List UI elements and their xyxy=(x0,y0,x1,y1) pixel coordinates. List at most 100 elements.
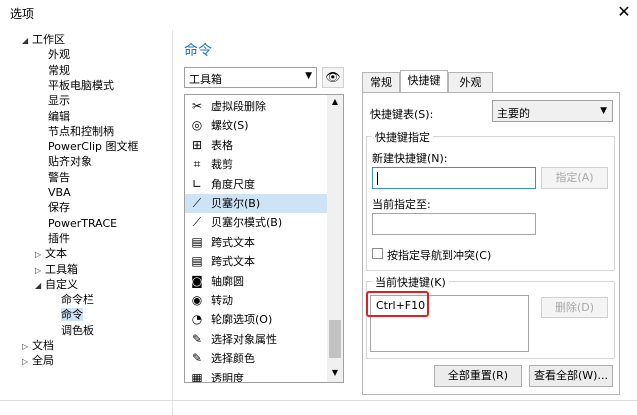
tree-item[interactable]: 常规 xyxy=(48,63,70,78)
spiral-icon: ◎ xyxy=(191,118,203,133)
tree-item[interactable]: 显示 xyxy=(48,93,70,108)
tree-item-label: 工具箱 xyxy=(45,262,78,276)
tree-item[interactable]: PowerClip 图文框 xyxy=(48,139,139,154)
current-shortcuts-group-title: 当前快捷键(K) xyxy=(372,274,449,290)
tree-item[interactable]: 贴齐对象 xyxy=(48,154,92,169)
tab-appearance[interactable]: 外观 xyxy=(448,72,493,92)
command-item-label: 透明度 xyxy=(211,371,244,383)
command-item[interactable]: ⌗ 裁剪 xyxy=(185,155,328,174)
tree-item-label: 自定义 xyxy=(45,277,78,291)
delete-button[interactable]: 删除(D) xyxy=(541,297,608,318)
command-item-label: 选择颜色 xyxy=(211,352,255,366)
command-item-label: 裁剪 xyxy=(211,158,233,172)
tree-item[interactable]: 警告 xyxy=(48,170,70,185)
close-icon[interactable]: ✕ xyxy=(614,1,634,23)
expanded-arrow-icon[interactable]: ◢ xyxy=(22,33,32,48)
tree-item-label: PowerClip 图文框 xyxy=(48,140,139,154)
nav-conflict-label: 按指定导航到冲突(C) xyxy=(387,249,492,262)
tree-item-label: 贴齐对象 xyxy=(48,155,92,169)
collapsed-arrow-icon[interactable]: ▷ xyxy=(22,339,32,354)
tree-item[interactable]: 命令栏 xyxy=(61,292,94,307)
category-value: 工具箱 xyxy=(189,73,222,86)
command-list-scrollbar[interactable]: ▲ ▼ xyxy=(327,95,343,382)
command-item[interactable]: ✎ 选择对象属性 xyxy=(185,330,328,349)
command-item[interactable]: ◎ 螺纹(S) xyxy=(185,116,328,135)
text-caret xyxy=(377,172,378,185)
tree-item-label: 外观 xyxy=(48,48,70,62)
view-all-button[interactable]: 查看全部(W)... xyxy=(529,365,613,387)
command-item[interactable]: ◔ 轮廓选项(O) xyxy=(185,310,328,329)
tree-item[interactable]: 节点和控制柄 xyxy=(48,124,114,139)
category-dropdown[interactable]: 工具箱 ▼ xyxy=(184,67,317,88)
command-item[interactable]: ✎ 选择颜色 xyxy=(185,349,328,368)
virtual-segment-delete-icon: ✂ xyxy=(191,99,203,113)
bezier-icon: ⟋ xyxy=(192,196,202,210)
tree-item-label: 命令栏 xyxy=(61,293,94,307)
tree-item[interactable]: 保存 xyxy=(48,200,70,215)
tree-item[interactable]: 平板电脑模式 xyxy=(48,78,114,93)
tree-item-label: 常规 xyxy=(48,63,70,77)
tree-item[interactable]: ◢ 自定义 xyxy=(35,277,78,292)
crop-icon: ⌗ xyxy=(193,157,201,172)
tab-general[interactable]: 常规 xyxy=(362,72,400,92)
collapsed-arrow-icon[interactable]: ▷ xyxy=(35,263,45,278)
command-item-label: 表格 xyxy=(211,138,233,152)
window-title: 选项 xyxy=(10,7,35,21)
tree-item-label: 插件 xyxy=(48,231,70,245)
binoculars-search-icon[interactable]: 👁 xyxy=(322,67,344,88)
scroll-up-icon[interactable]: ▲ xyxy=(327,97,343,109)
tree-item[interactable]: 编辑 xyxy=(48,109,70,124)
title-bar xyxy=(0,0,637,26)
command-item-label: 螺纹(S) xyxy=(211,119,249,133)
tree-item[interactable]: 命令 xyxy=(61,307,83,322)
command-item[interactable]: ▤ 跨式文本 xyxy=(185,233,328,252)
tree-item[interactable]: ◢ 工作区 xyxy=(22,32,65,47)
tree-item-label: 保存 xyxy=(48,201,70,215)
tree-item[interactable]: ▷ 全局 xyxy=(22,353,54,368)
straddle-text-icon: ▤ xyxy=(191,234,203,249)
nav-conflict-checkbox[interactable] xyxy=(372,248,383,259)
assign-button[interactable]: 指定(A) xyxy=(541,167,608,189)
command-item[interactable]: ◙ 轴廓圆 xyxy=(185,272,328,291)
eyedropper-object-icon: ✎ xyxy=(191,331,203,346)
command-item-label: 虚拟段删除 xyxy=(211,100,266,113)
tree-item[interactable]: PowerTRACE xyxy=(48,216,117,231)
transparency-icon: ▦ xyxy=(191,370,203,383)
reset-all-button[interactable]: 全部重置(R) xyxy=(434,365,522,387)
tree-item[interactable]: 插件 xyxy=(48,231,70,246)
command-item[interactable]: ▦ 透明度 xyxy=(185,369,328,383)
tree-item[interactable]: ▷ 文档 xyxy=(22,338,54,353)
bezier-mode-icon: ⟋ xyxy=(192,215,202,230)
tree-item-label: 警告 xyxy=(48,170,70,184)
tree-item[interactable]: ▷ 文本 xyxy=(35,246,67,261)
tree-item-label: VBA xyxy=(48,186,71,199)
collapsed-arrow-icon[interactable]: ▷ xyxy=(22,354,32,369)
current-assigned-field[interactable] xyxy=(372,213,536,235)
command-item-label: 转动 xyxy=(211,294,233,307)
tree-item[interactable]: VBA xyxy=(48,185,71,200)
command-item-label: 轴廓圆 xyxy=(211,274,244,288)
command-item[interactable]: ✂ 虚拟段删除 xyxy=(185,97,328,116)
scroll-down-icon[interactable]: ▼ xyxy=(327,368,343,380)
collapsed-arrow-icon[interactable]: ▷ xyxy=(35,247,45,262)
shortcut-table-select[interactable]: 主要的 ▼ xyxy=(492,100,613,122)
command-item-label: 跨式文本 xyxy=(211,235,255,249)
command-item[interactable]: ⟋ 贝塞尔(B) xyxy=(185,194,328,213)
command-item[interactable]: ▤ 跨式文本 xyxy=(185,252,328,271)
command-item[interactable]: ⊞ 表格 xyxy=(185,136,328,155)
command-list[interactable]: ✂ 虚拟段删除 ◎ 螺纹(S) ⊞ 表格 ⌗ 裁剪 ∟ 角度尺度 ⟋ 贝塞尔(B) ⟋ 贝塞尔模式(B) ▤… xyxy=(184,94,344,383)
tree-item[interactable]: ▷ 工具箱 xyxy=(35,262,78,277)
new-shortcut-input[interactable] xyxy=(372,167,536,189)
chevron-down-icon: ▼ xyxy=(305,71,312,81)
scroll-thumb[interactable] xyxy=(329,320,341,358)
divider xyxy=(172,30,173,415)
straddle-text-icon-2: ▤ xyxy=(191,254,203,269)
tree-item[interactable]: 外观 xyxy=(48,47,70,62)
tree-item[interactable]: 调色板 xyxy=(61,323,94,338)
page-title: 命令 xyxy=(184,43,212,59)
expanded-arrow-icon[interactable]: ◢ xyxy=(35,278,45,293)
tab-shortcuts[interactable]: 快捷键 xyxy=(400,70,448,92)
command-item[interactable]: ◉ 转动 xyxy=(185,291,328,310)
command-item[interactable]: ⟋ 贝塞尔模式(B) xyxy=(185,213,328,232)
command-item[interactable]: ∟ 角度尺度 xyxy=(185,175,328,194)
